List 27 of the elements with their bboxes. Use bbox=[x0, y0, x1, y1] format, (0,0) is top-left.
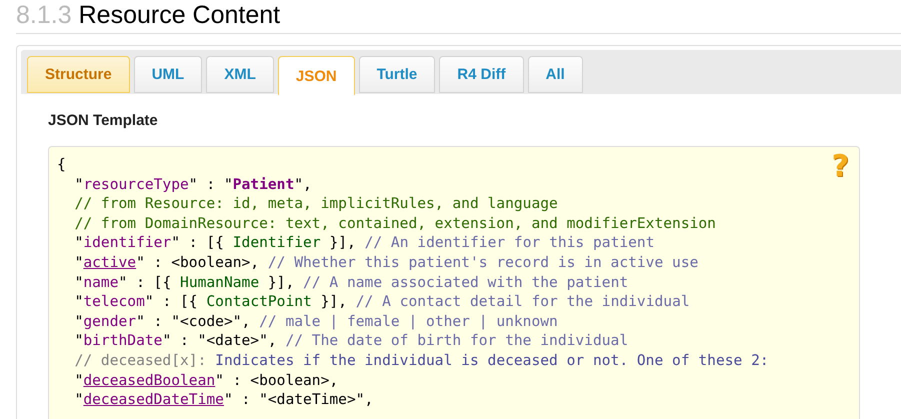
code-line: { bbox=[57, 155, 66, 175]
code-line: "active" : <boolean>, // Whether this patient's record is in active use bbox=[74, 252, 698, 273]
element-link[interactable]: deceasedBoolean bbox=[83, 372, 216, 389]
code-line: "telecom" : [{ ContactPoint }], // A contact detail for the individual bbox=[74, 292, 690, 312]
help-icon[interactable]: ? bbox=[832, 151, 849, 183]
element-link[interactable]: deceasedDateTime bbox=[83, 391, 224, 408]
code-line: "deceasedDateTime" : "<dateTime>", bbox=[74, 390, 374, 410]
section-number: 8.1.3 bbox=[16, 0, 72, 30]
tab[interactable]: R4 Diff bbox=[439, 56, 524, 93]
tab[interactable]: JSON bbox=[278, 56, 355, 95]
element-link[interactable]: active bbox=[83, 254, 136, 271]
code-line: "deceasedBoolean" : <boolean>, bbox=[74, 370, 338, 390]
code-line: // from Resource: id, meta, implicitRules, and language bbox=[74, 194, 558, 214]
code-line: // deceased[x]: Indicates if the individual is deceased or not. One of these 2: bbox=[74, 350, 769, 371]
code-line: "resourceType" : "Patient", bbox=[74, 174, 312, 194]
template-title: JSON Template bbox=[48, 112, 159, 129]
tab[interactable]: XML bbox=[206, 56, 274, 93]
code-line: // from DomainResource: text, contained, extension, and modifierExtension bbox=[74, 214, 716, 234]
section-title: Resource Content bbox=[78, 0, 280, 30]
tab[interactable]: UML bbox=[134, 56, 202, 93]
code-line: "birthDate" : "<date>", // The date of birth for the individual bbox=[74, 331, 628, 351]
code-line: "gender" : "<code>", // male | female | other | unknown bbox=[74, 312, 558, 332]
code-line: "name" : [{ HumanName }], // A name associated with the patient bbox=[74, 272, 628, 292]
tab[interactable]: Turtle bbox=[358, 56, 436, 93]
tab[interactable]: Structure bbox=[27, 56, 130, 93]
tab[interactable]: All bbox=[528, 56, 583, 93]
code-line: "identifier" : [{ Identifier }], // An identifier for this patient bbox=[74, 233, 655, 253]
